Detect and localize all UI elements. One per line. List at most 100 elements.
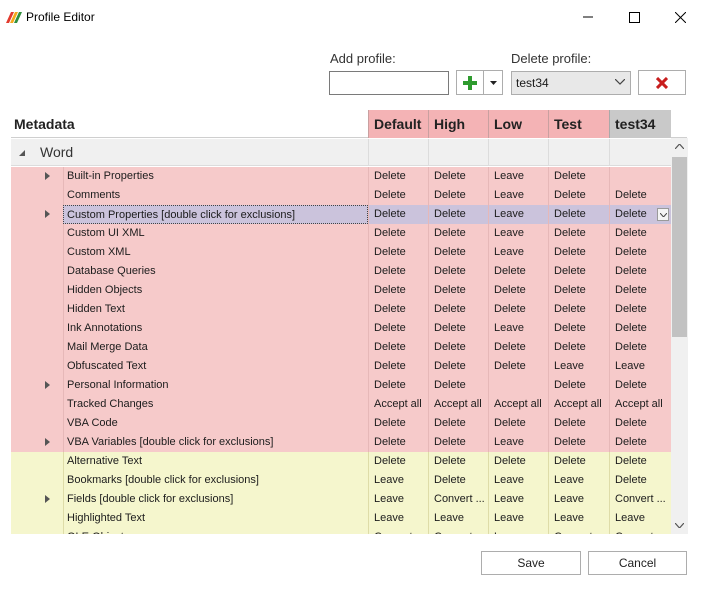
cell-test[interactable]: Delete xyxy=(548,452,609,471)
cell-test[interactable]: Delete xyxy=(548,224,609,243)
cell-test34[interactable]: Convert ... xyxy=(609,528,671,534)
table-row[interactable]: Comments Delete Delete Leave Delete Delete xyxy=(11,186,671,205)
profile-header-test[interactable]: Test xyxy=(548,110,609,138)
cell-high[interactable]: Delete xyxy=(428,319,488,338)
row-name[interactable]: Obfuscated Text xyxy=(63,357,368,376)
cell-default[interactable]: Leave xyxy=(368,509,428,528)
row-name[interactable]: Custom XML xyxy=(63,243,368,262)
cell-test[interactable]: Delete xyxy=(548,243,609,262)
scroll-up-button[interactable] xyxy=(671,138,688,155)
table-row[interactable]: Custom XML Delete Delete Leave Delete Delete xyxy=(11,243,671,262)
cell-default[interactable]: Delete xyxy=(368,300,428,319)
profile-header-test34[interactable]: test34 xyxy=(609,110,671,138)
cell-high[interactable]: Delete xyxy=(428,452,488,471)
minimize-button[interactable] xyxy=(565,0,611,34)
cell-default[interactable]: Delete xyxy=(368,186,428,205)
cell-default[interactable]: Delete xyxy=(368,281,428,300)
cell-low[interactable]: Delete xyxy=(488,338,548,357)
row-name[interactable]: Hidden Objects xyxy=(63,281,368,300)
cell-test[interactable]: Delete xyxy=(548,414,609,433)
cell-low[interactable] xyxy=(488,376,548,395)
cell-default[interactable]: Convert ... xyxy=(368,528,428,534)
row-name[interactable]: Custom UI XML xyxy=(63,224,368,243)
cell-low[interactable]: Delete xyxy=(488,262,548,281)
cell-low[interactable]: Leave xyxy=(488,224,548,243)
row-name[interactable]: Database Queries xyxy=(63,262,368,281)
cell-test[interactable]: Leave xyxy=(548,357,609,376)
cell-dropdown-button[interactable] xyxy=(657,208,669,221)
table-row[interactable]: Tracked Changes Accept all Accept all Accep… xyxy=(11,395,671,414)
cell-high[interactable]: Delete xyxy=(428,167,488,186)
row-name[interactable]: Tracked Changes xyxy=(63,395,368,414)
cell-test34[interactable]: Delete xyxy=(609,281,671,300)
cell-low[interactable]: Leave xyxy=(488,509,548,528)
cell-high[interactable]: Delete xyxy=(428,205,488,224)
row-name[interactable]: Custom Properties [double click for excl… xyxy=(63,205,368,224)
cell-high[interactable]: Delete xyxy=(428,376,488,395)
cell-low[interactable]: Delete xyxy=(488,452,548,471)
cell-test[interactable]: Delete xyxy=(548,300,609,319)
row-name[interactable]: Hidden Text xyxy=(63,300,368,319)
cell-test34[interactable]: Accept all xyxy=(609,395,671,414)
cell-default[interactable]: Delete xyxy=(368,243,428,262)
cell-test34[interactable]: Delete xyxy=(609,471,671,490)
cell-test[interactable]: Leave xyxy=(548,509,609,528)
cell-low[interactable]: Leave xyxy=(488,319,548,338)
cell-high[interactable]: Convert ... xyxy=(428,490,488,509)
cell-test34[interactable]: Delete xyxy=(609,319,671,338)
table-row[interactable]: OLE ObjectsConvert ...Convert ...LeaveCo… xyxy=(11,528,671,534)
cell-test34[interactable]: Delete xyxy=(609,414,671,433)
cell-high[interactable]: Delete xyxy=(428,471,488,490)
add-profile-input[interactable] xyxy=(329,71,449,95)
cell-test34[interactable]: Delete xyxy=(609,376,671,395)
table-row[interactable]: Custom Properties [double click for excl… xyxy=(11,205,671,224)
cell-low[interactable]: Leave xyxy=(488,528,548,534)
row-name[interactable]: Bookmarks [double click for exclusions] xyxy=(63,471,368,490)
cell-default[interactable]: Delete xyxy=(368,376,428,395)
row-name[interactable]: Comments xyxy=(63,186,368,205)
collapse-triangle-icon[interactable] xyxy=(19,150,25,156)
cell-test34[interactable]: Delete xyxy=(609,300,671,319)
cell-test34[interactable]: Delete xyxy=(609,224,671,243)
cell-default[interactable]: Delete xyxy=(368,414,428,433)
cell-default[interactable]: Leave xyxy=(368,490,428,509)
cell-test[interactable]: Delete xyxy=(548,186,609,205)
cell-test34[interactable]: Leave xyxy=(609,509,671,528)
cell-high[interactable]: Delete xyxy=(428,243,488,262)
cell-high[interactable]: Delete xyxy=(428,224,488,243)
cell-test34[interactable] xyxy=(609,167,671,186)
cell-high[interactable]: Delete xyxy=(428,357,488,376)
cell-test[interactable]: Convert ... xyxy=(548,528,609,534)
row-name[interactable]: OLE Objects xyxy=(63,528,368,534)
cell-test[interactable]: Leave xyxy=(548,471,609,490)
cell-test[interactable]: Delete xyxy=(548,262,609,281)
expand-triangle-icon[interactable] xyxy=(45,210,50,218)
cell-low[interactable]: Leave xyxy=(488,490,548,509)
row-name[interactable]: VBA Variables [double click for exclusio… xyxy=(63,433,368,452)
row-name[interactable]: Personal Information xyxy=(63,376,368,395)
save-button[interactable]: Save xyxy=(481,551,581,575)
cell-default[interactable]: Delete xyxy=(368,224,428,243)
profile-header-default[interactable]: Default xyxy=(368,110,428,138)
row-name[interactable]: VBA Code xyxy=(63,414,368,433)
scroll-down-button[interactable] xyxy=(671,517,688,534)
cell-test34[interactable]: Delete xyxy=(609,262,671,281)
profile-header-high[interactable]: High xyxy=(428,110,488,138)
cell-test[interactable]: Leave xyxy=(548,490,609,509)
table-row[interactable]: Obfuscated Text Delete Delete Delete Leave Le… xyxy=(11,357,671,376)
cell-test34[interactable]: Delete xyxy=(609,452,671,471)
maximize-button[interactable] xyxy=(611,0,657,34)
cell-default[interactable]: Delete xyxy=(368,452,428,471)
cell-high[interactable]: Delete xyxy=(428,262,488,281)
add-profile-dropdown[interactable] xyxy=(484,70,503,95)
cell-high[interactable]: Delete xyxy=(428,414,488,433)
cell-test[interactable]: Delete xyxy=(548,338,609,357)
cell-low[interactable]: Delete xyxy=(488,357,548,376)
table-row[interactable]: Hidden Text Delete Delete Delete Delete Delet… xyxy=(11,300,671,319)
table-row[interactable]: Highlighted Text Leave Leave Leave Leave Leav… xyxy=(11,509,671,528)
cell-test34[interactable]: Delete xyxy=(609,338,671,357)
expand-triangle-icon[interactable] xyxy=(45,495,50,503)
table-row[interactable]: Built-in Properties Delete Delete Leave Dele… xyxy=(11,167,671,186)
close-button[interactable] xyxy=(657,0,703,34)
cell-default[interactable]: Delete xyxy=(368,357,428,376)
